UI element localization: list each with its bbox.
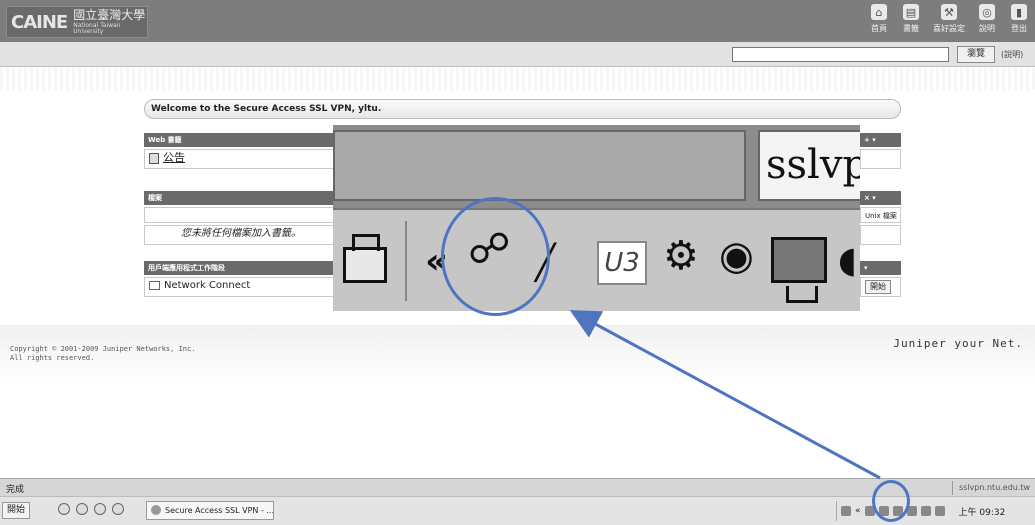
web-panel-controls[interactable]: + ▾ bbox=[860, 133, 901, 147]
files-empty-message: 您未將任何檔案加入書籤。 bbox=[144, 225, 334, 245]
client-apps-heading: 用戶端應用程式工作階段 bbox=[144, 261, 334, 275]
logo-english-name: National Taiwan University bbox=[73, 22, 121, 35]
wrench-icon: ⚒ bbox=[941, 4, 957, 20]
files-panel-right bbox=[860, 225, 901, 245]
callout-circle-tray bbox=[872, 480, 910, 522]
nav-bookmarks[interactable]: ▤ 書籤 bbox=[897, 4, 925, 38]
top-nav: ⌂ 首頁 ▤ 書籤 ⚒ 喜好設定 ◎ 說明 ▮ 登出 bbox=[863, 4, 1035, 38]
copyright: Copyright © 2001-2009 Juniper Networks, … bbox=[10, 345, 195, 363]
zoom-brand-text: sslvp bbox=[758, 130, 860, 201]
decorative-stripes bbox=[0, 68, 1035, 90]
start-button[interactable]: 開始 bbox=[2, 502, 31, 519]
help-link[interactable]: (說明) bbox=[1001, 49, 1023, 60]
zoom-device-icon: ⚙ bbox=[663, 233, 699, 279]
status-text: 完成 bbox=[6, 485, 25, 495]
network-connect-label: Network Connect bbox=[164, 280, 251, 291]
status-host: sslvpn.ntu.edu.tw bbox=[952, 481, 1030, 495]
logo[interactable]: CAINE 國立臺灣大學 National Taiwan University bbox=[6, 6, 148, 38]
nav-preferences-label: 喜好設定 bbox=[933, 24, 965, 33]
quick-launch-icon[interactable] bbox=[112, 503, 124, 515]
nav-help[interactable]: ◎ 說明 bbox=[973, 4, 1001, 38]
zoom-wireless-icon: ◉ bbox=[719, 233, 754, 279]
files-toolbar-row bbox=[144, 207, 334, 223]
keyboard-icon[interactable] bbox=[841, 506, 851, 516]
nav-home-label: 首頁 bbox=[871, 24, 887, 33]
logout-icon: ▮ bbox=[1011, 4, 1027, 20]
footer: Copyright © 2001-2009 Juniper Networks, … bbox=[0, 325, 1035, 382]
bookmark-icon: ▤ bbox=[903, 4, 919, 20]
nav-preferences[interactable]: ⚒ 喜好設定 bbox=[929, 4, 969, 38]
zoom-keyboard-icon bbox=[343, 234, 387, 283]
zoomed-tray-callout: sslvp « ☍ ╱ U3 ⚙ ◉ ◖ bbox=[333, 125, 860, 311]
apps-panel-right: 開始 bbox=[860, 277, 901, 297]
logo-mark: CAINE bbox=[11, 11, 68, 33]
zoom-separator bbox=[405, 221, 407, 301]
quick-launch bbox=[58, 503, 124, 515]
quick-launch-icon[interactable] bbox=[94, 503, 106, 515]
zoom-address-area: sslvp bbox=[333, 125, 860, 208]
browse-bar: 瀏覽 (說明) bbox=[0, 42, 1035, 67]
nav-home[interactable]: ⌂ 首頁 bbox=[865, 4, 893, 38]
logo-chinese-name: 國立臺灣大學 bbox=[73, 8, 146, 22]
document-icon bbox=[149, 152, 159, 164]
network-connect-row[interactable]: Network Connect bbox=[144, 277, 334, 297]
start-network-connect-button[interactable]: 開始 bbox=[865, 280, 891, 294]
home-icon: ⌂ bbox=[871, 4, 887, 20]
url-input[interactable] bbox=[732, 47, 949, 62]
browse-button[interactable]: 瀏覽 bbox=[957, 46, 995, 63]
web-bookmarks-heading: Web 書籤 bbox=[144, 133, 334, 147]
tray-expand-icon[interactable]: « bbox=[855, 506, 861, 516]
zoom-u3-icon: U3 bbox=[597, 241, 647, 285]
web-panel-right bbox=[860, 149, 901, 169]
juniper-brand: Juniper your Net. bbox=[893, 337, 1023, 350]
unix-files-link[interactable]: Unix 檔案 bbox=[860, 207, 901, 223]
zoom-next-icon: ◖ bbox=[838, 240, 857, 281]
welcome-banner: Welcome to the Secure Access SSL VPN, yl… bbox=[144, 99, 901, 119]
monitor-icon[interactable] bbox=[934, 506, 945, 516]
copyright-line-2: All rights reserved. bbox=[10, 354, 95, 362]
network-icon bbox=[149, 280, 160, 290]
taskbar-window-button[interactable]: Secure Access SSL VPN - ... bbox=[146, 501, 274, 520]
nav-help-label: 說明 bbox=[979, 24, 995, 33]
apps-panel-controls[interactable]: ▾ bbox=[860, 261, 901, 275]
web-bookmark-label[interactable]: 公告 bbox=[163, 151, 185, 164]
nav-logout-label: 登出 bbox=[1011, 24, 1027, 33]
logo-text: 國立臺灣大學 National Taiwan University bbox=[73, 9, 147, 35]
quick-launch-icon[interactable] bbox=[58, 503, 70, 515]
copyright-line-1: Copyright © 2001-2009 Juniper Networks, … bbox=[10, 345, 196, 353]
files-heading: 檔案 bbox=[144, 191, 334, 205]
system-tray: « 上午 09:32 bbox=[836, 501, 1035, 521]
zoom-monitor-icon bbox=[771, 237, 827, 303]
nav-logout[interactable]: ▮ 登出 bbox=[1005, 4, 1033, 38]
callout-circle-zoomed bbox=[441, 197, 550, 316]
files-panel-controls[interactable]: × ▾ bbox=[860, 191, 901, 205]
zoom-url-field bbox=[333, 130, 746, 201]
web-bookmark-item[interactable]: 公告 bbox=[144, 149, 334, 169]
help-icon: ◎ bbox=[979, 4, 995, 20]
header: CAINE 國立臺灣大學 National Taiwan University … bbox=[0, 0, 1035, 42]
nav-bookmarks-label: 書籤 bbox=[903, 24, 919, 33]
clock: 上午 09:32 bbox=[958, 507, 1006, 518]
quick-launch-icon[interactable] bbox=[76, 503, 88, 515]
wireless-icon[interactable] bbox=[920, 506, 931, 516]
